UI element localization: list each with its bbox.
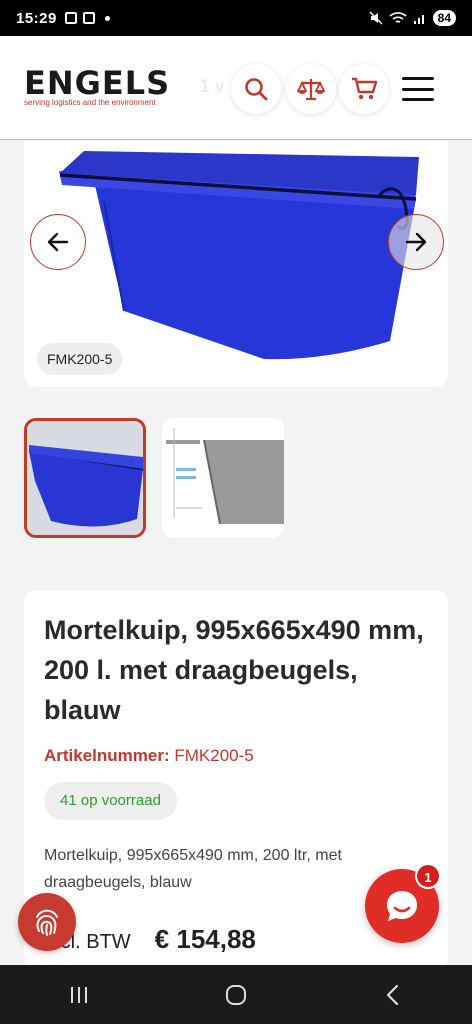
hamburger-menu-icon [402, 77, 434, 80]
site-header: ENGELS serving logistics and the environ… [0, 36, 472, 140]
product-price: € 154,88 [154, 924, 256, 954]
status-bar: 15:29 84 [0, 0, 472, 36]
stock-badge: 41 op voorraad [44, 782, 177, 820]
fingerprint-button[interactable] [18, 893, 76, 951]
article-number-row: Artikelnummer: FMK200-5 [44, 746, 254, 766]
screenshot-icon [64, 12, 77, 24]
thumbnail-technical-drawing[interactable] [162, 418, 284, 538]
thumbnail-blue-tub[interactable] [24, 418, 146, 538]
cart-icon [352, 77, 378, 100]
compare-button[interactable] [286, 64, 336, 114]
search-button[interactable] [231, 64, 281, 114]
mute-icon [369, 11, 383, 25]
status-time: 15:29 [16, 9, 57, 27]
chat-bubble-icon [387, 891, 417, 921]
more-notifications-icon [104, 15, 110, 21]
system-icons: 84 [369, 10, 456, 26]
fingerprint-icon [36, 909, 58, 936]
signal-icon [413, 15, 424, 24]
arrow-right-icon [405, 232, 427, 252]
cart-button[interactable] [339, 64, 389, 114]
product-title: Mortelkuip, 995x665x490 mm, 200 l. met d… [44, 615, 424, 725]
previous-image-button[interactable] [30, 214, 86, 270]
home-icon [225, 984, 246, 1005]
next-image-button[interactable] [388, 214, 444, 270]
article-number-label: Artikelnummer: [44, 746, 170, 765]
technical-drawing-thumbnail-image [162, 418, 284, 538]
article-number-value: FMK200-5 [174, 746, 254, 765]
chat-unread-badge: 1 [415, 863, 441, 889]
android-nav-bar [0, 965, 472, 1024]
wifi-icon [389, 12, 407, 23]
sku-chip: FMK200-5 [37, 343, 123, 375]
notification-icons [64, 12, 110, 24]
app-notification-icon [82, 12, 95, 24]
faded-header-text: 1 v [200, 76, 225, 96]
price-row: Incl. BTW € 154,88 [44, 924, 256, 955]
search-icon [245, 78, 268, 101]
product-description: Mortelkuip, 995x665x490 mm, 200 ltr, met… [44, 847, 342, 891]
recent-apps-icon [70, 986, 87, 1003]
recent-apps-button[interactable] [49, 975, 109, 1015]
engels-logo[interactable]: ENGELS serving logistics and the environ… [24, 66, 170, 107]
logo-tagline: serving logistics and the environment [24, 98, 156, 107]
blue-tub-thumbnail-image [27, 421, 143, 535]
back-chevron-icon [387, 984, 399, 1005]
home-button[interactable] [206, 975, 266, 1015]
hamburger-menu-button[interactable] [402, 77, 434, 101]
logo-wordmark: ENGELS [24, 64, 171, 102]
back-button[interactable] [363, 975, 423, 1015]
battery-icon: 84 [432, 10, 456, 26]
scale-compare-icon [297, 79, 325, 101]
arrow-left-icon [47, 232, 69, 252]
